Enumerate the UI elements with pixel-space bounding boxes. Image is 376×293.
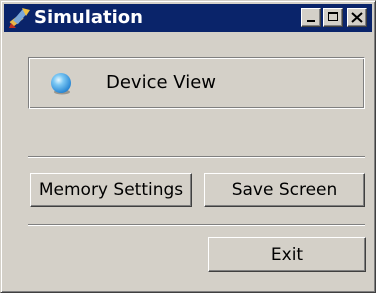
- close-icon: [351, 12, 363, 23]
- device-view-label: Device View: [106, 72, 216, 93]
- minimize-button[interactable]: [301, 8, 321, 27]
- title-bar[interactable]: Simulation: [4, 4, 372, 32]
- save-screen-button[interactable]: Save Screen: [204, 173, 365, 207]
- window-title: Simulation: [34, 7, 143, 28]
- maximize-button[interactable]: [323, 8, 343, 27]
- separator: [28, 224, 365, 226]
- minimize-icon: [307, 20, 315, 22]
- memory-settings-button[interactable]: Memory Settings: [30, 173, 192, 207]
- device-view-button[interactable]: Device View: [28, 57, 365, 109]
- exit-button[interactable]: Exit: [208, 237, 366, 272]
- separator: [28, 156, 365, 158]
- maximize-icon: [328, 12, 338, 21]
- tool-icon: [8, 7, 32, 29]
- simulation-window: Simulation Device View Memory Settings S…: [0, 0, 376, 293]
- blue-sphere-icon: [49, 72, 73, 96]
- close-button[interactable]: [347, 8, 367, 27]
